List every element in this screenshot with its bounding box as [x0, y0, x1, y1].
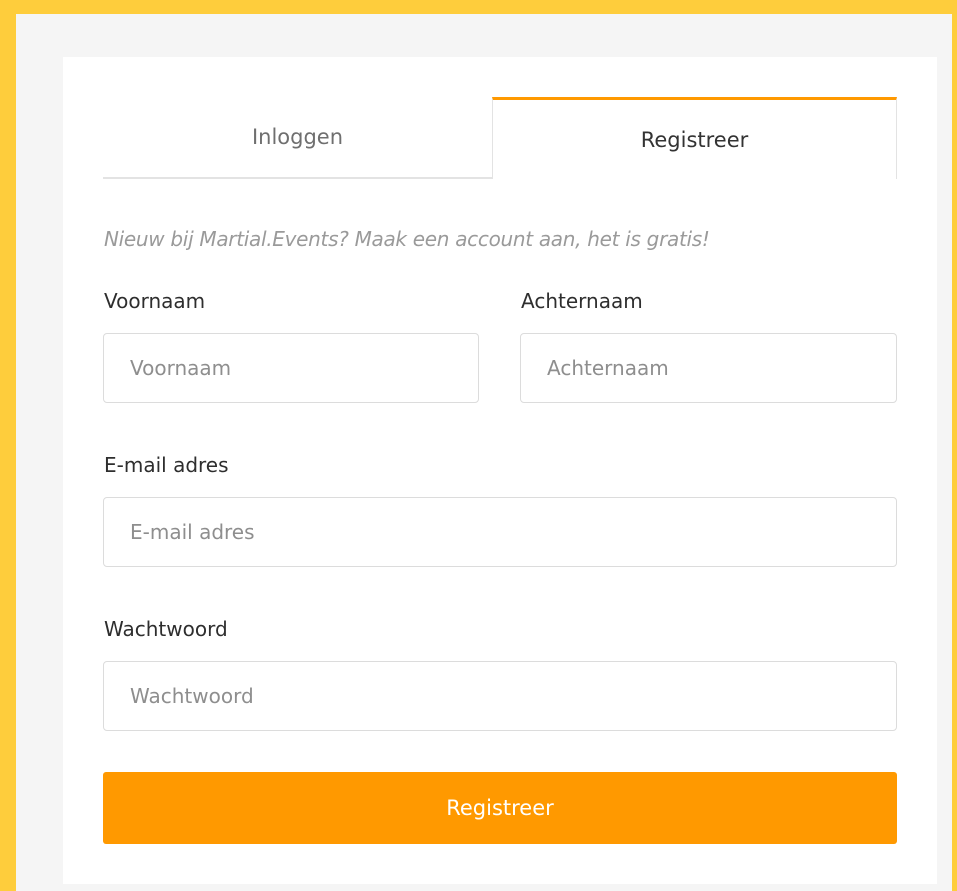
password-label: Wachtwoord	[104, 617, 228, 641]
last-name-input[interactable]	[520, 333, 897, 403]
last-name-label: Achternaam	[521, 289, 643, 313]
auth-tabs: Inloggen Registreer	[103, 97, 897, 179]
register-button[interactable]: Registreer	[103, 772, 897, 844]
intro-text: Nieuw bij Martial.Events? Maak een accou…	[104, 227, 710, 251]
password-input[interactable]	[103, 661, 897, 731]
first-name-input[interactable]	[103, 333, 479, 403]
tab-login[interactable]: Inloggen	[103, 97, 492, 179]
register-card: Inloggen Registreer Nieuw bij Martial.Ev…	[63, 57, 937, 884]
tab-register[interactable]: Registreer	[492, 97, 897, 179]
first-name-label: Voornaam	[104, 289, 206, 313]
email-input[interactable]	[103, 497, 897, 567]
email-label: E-mail adres	[104, 453, 229, 477]
outer-panel: Inloggen Registreer Nieuw bij Martial.Ev…	[16, 14, 952, 891]
